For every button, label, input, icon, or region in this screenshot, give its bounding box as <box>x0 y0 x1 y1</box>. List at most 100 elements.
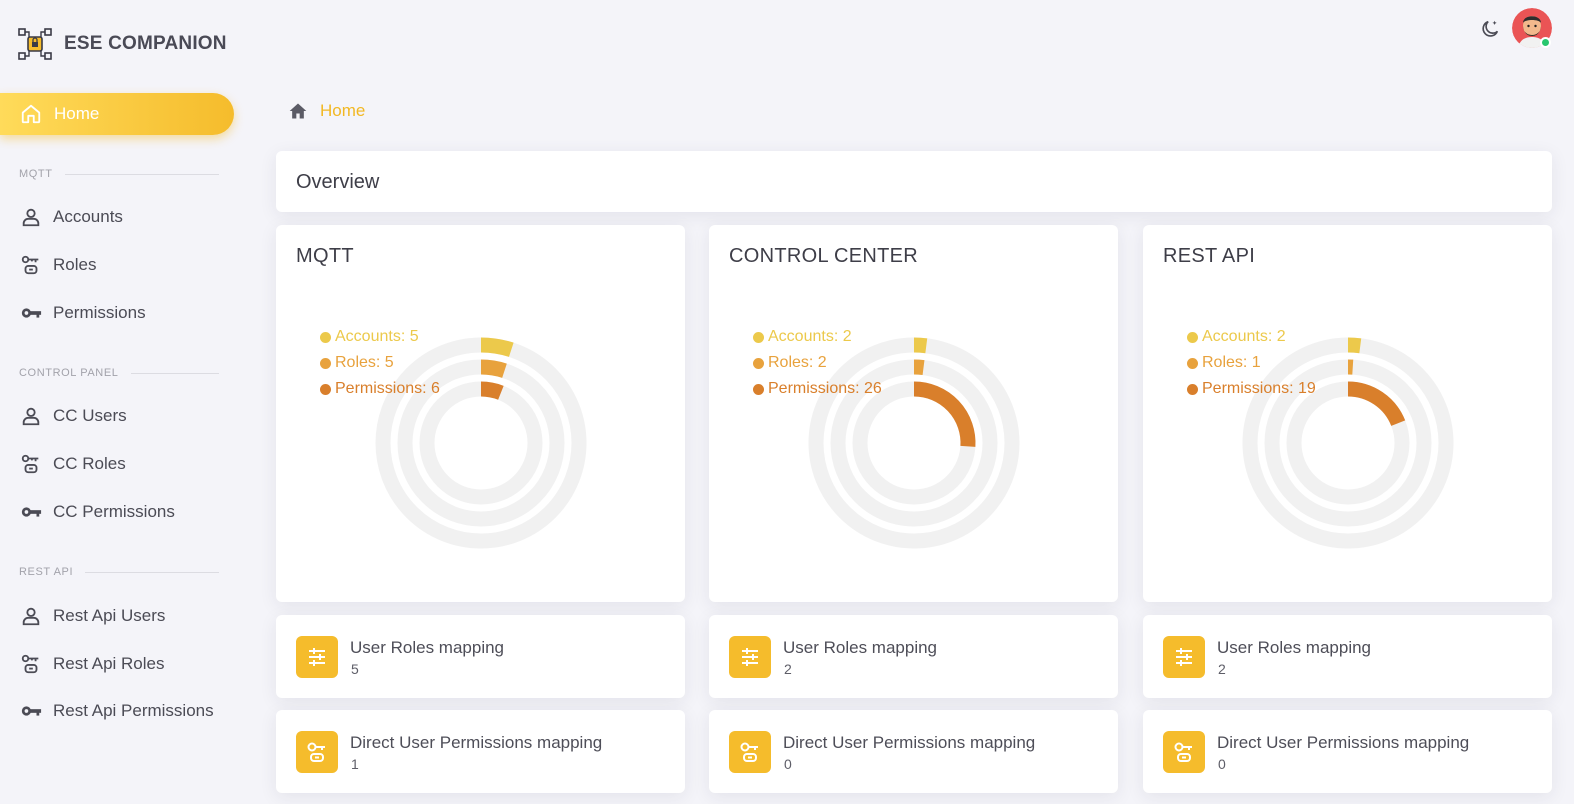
key-icon <box>21 507 42 517</box>
brand[interactable]: ESE COMPANION <box>18 26 227 62</box>
key-link-icon <box>1163 731 1205 773</box>
radial-bar-roles[interactable] <box>480 359 507 378</box>
legend-item-roles[interactable]: Roles: 2 <box>753 350 882 376</box>
stat-title: Direct User Permissions mapping <box>350 733 603 752</box>
user-icon <box>22 407 40 426</box>
rest-api-chart-card: REST API Accounts: 2 Roles: 1 Permission… <box>1143 225 1552 602</box>
user-icon <box>22 607 40 626</box>
key-link-icon <box>296 731 338 773</box>
stat-value: 2 <box>1218 661 1226 677</box>
overview-card: Overview <box>276 151 1552 212</box>
direct-user-permissions-mapping-card[interactable]: Direct User Permissions mapping 1 <box>276 710 685 793</box>
chart-legend: Accounts: 5 Roles: 5 Permissions: 6 <box>320 324 440 402</box>
radial-chart <box>375 337 587 549</box>
mapping-icon <box>729 636 771 678</box>
stat-title: User Roles mapping <box>1217 638 1372 657</box>
direct-user-permissions-mapping-card[interactable]: Direct User Permissions mapping 0 <box>1143 710 1552 793</box>
radial-chart <box>1242 337 1454 549</box>
legend-label: Accounts: 2 <box>768 328 852 345</box>
sidebar: ESE COMPANION Home MQTT Accounts Roles P… <box>0 0 252 804</box>
sidebar-item-cc-roles[interactable]: CC Roles <box>20 449 126 479</box>
sidebar-item-rest-api-roles[interactable]: Rest Api Roles <box>20 649 165 679</box>
sidebar-item-label: Permissions <box>53 303 146 322</box>
direct-user-permissions-mapping-card[interactable]: Direct User Permissions mapping 0 <box>709 710 1118 793</box>
sidebar-item-label: Home <box>54 104 100 123</box>
legend-dot <box>1187 383 1198 395</box>
legend-label: Roles: 2 <box>768 354 827 371</box>
legend-item-permissions[interactable]: Permissions: 19 <box>1187 376 1316 402</box>
online-status-dot <box>1540 37 1551 48</box>
legend-label: Permissions: 19 <box>1202 380 1316 397</box>
radial-bar-permissions[interactable] <box>913 381 976 447</box>
radial-chart <box>808 337 1020 549</box>
legend-item-roles[interactable]: Roles: 5 <box>320 350 440 376</box>
stat-title: User Roles mapping <box>783 638 938 657</box>
stat-value: 0 <box>784 756 792 772</box>
section-label-control-panel: CONTROL PANEL <box>19 367 219 379</box>
logo-icon <box>18 28 52 60</box>
legend-item-permissions[interactable]: Permissions: 26 <box>753 376 882 402</box>
user-roles-mapping-card[interactable]: User Roles mapping 5 <box>276 615 685 698</box>
section-label-rest-api: REST API <box>19 566 219 578</box>
legend-label: Accounts: 5 <box>335 328 419 345</box>
user-icon <box>22 208 40 227</box>
sidebar-item-permissions[interactable]: Permissions <box>20 298 146 328</box>
stat-value: 5 <box>351 661 359 677</box>
legend-label: Permissions: 6 <box>335 380 440 397</box>
radial-bar-accounts[interactable] <box>480 337 514 358</box>
chart-legend: Accounts: 2 Roles: 1 Permissions: 19 <box>1187 324 1316 402</box>
radial-track-permissions <box>419 381 543 505</box>
app-title: ESE COMPANION <box>64 33 227 54</box>
legend-dot <box>320 357 331 369</box>
radial-bar-roles[interactable] <box>913 359 925 376</box>
legend-item-roles[interactable]: Roles: 1 <box>1187 350 1316 376</box>
sidebar-item-roles[interactable]: Roles <box>20 250 96 280</box>
legend-dot <box>1187 357 1198 369</box>
home-icon[interactable] <box>288 101 308 121</box>
radial-bar-accounts[interactable] <box>1347 337 1362 354</box>
legend-item-accounts[interactable]: Accounts: 2 <box>1187 324 1316 350</box>
home-icon <box>21 104 41 124</box>
legend-label: Accounts: 2 <box>1202 328 1286 345</box>
legend-item-accounts[interactable]: Accounts: 5 <box>320 324 440 350</box>
legend-item-permissions[interactable]: Permissions: 6 <box>320 376 440 402</box>
stat-value: 1 <box>351 756 359 772</box>
legend-dot <box>320 383 331 395</box>
roles-icon <box>21 654 39 674</box>
sidebar-item-rest-api-permissions[interactable]: Rest Api Permissions <box>20 696 214 726</box>
control-center-chart-card: CONTROL CENTER Accounts: 2 Roles: 2 Perm… <box>709 225 1118 602</box>
legend-item-accounts[interactable]: Accounts: 2 <box>753 324 882 350</box>
sidebar-item-rest-api-users[interactable]: Rest Api Users <box>20 601 165 631</box>
roles-icon <box>21 454 39 474</box>
mapping-icon <box>296 636 338 678</box>
sidebar-item-cc-permissions[interactable]: CC Permissions <box>20 497 175 527</box>
legend-label: Roles: 5 <box>335 354 394 371</box>
stat-title: Direct User Permissions mapping <box>1217 733 1470 752</box>
stat-value: 0 <box>1218 756 1226 772</box>
sidebar-item-label: CC Permissions <box>53 502 175 521</box>
legend-label: Permissions: 26 <box>768 380 882 397</box>
mqtt-chart-card: MQTT Accounts: 5 Roles: 5 Permissions: 6 <box>276 225 685 602</box>
radial-bar-permissions[interactable] <box>1347 381 1406 427</box>
sidebar-item-accounts[interactable]: Accounts <box>20 202 123 232</box>
breadcrumb: Home <box>288 101 365 121</box>
sidebar-item-home[interactable]: Home <box>0 93 234 135</box>
stat-title: User Roles mapping <box>350 638 505 657</box>
sidebar-item-label: CC Roles <box>53 454 126 473</box>
roles-icon <box>21 255 39 275</box>
legend-dot <box>1187 331 1198 343</box>
key-icon <box>21 706 42 716</box>
radial-bar-accounts[interactable] <box>913 337 928 354</box>
section-label-mqtt: MQTT <box>19 168 219 180</box>
user-roles-mapping-card[interactable]: User Roles mapping 2 <box>709 615 1118 698</box>
user-roles-mapping-card[interactable]: User Roles mapping 2 <box>1143 615 1552 698</box>
legend-dot <box>753 331 764 343</box>
overview-title: Overview <box>296 171 380 193</box>
sidebar-item-label: Accounts <box>53 207 123 226</box>
moon-icon[interactable] <box>1479 18 1501 40</box>
sidebar-item-label: Rest Api Users <box>53 606 166 625</box>
stat-title: Direct User Permissions mapping <box>783 733 1036 752</box>
breadcrumb-current[interactable]: Home <box>320 101 365 121</box>
sidebar-item-cc-users[interactable]: CC Users <box>20 401 127 431</box>
radial-bar-permissions[interactable] <box>480 381 504 400</box>
